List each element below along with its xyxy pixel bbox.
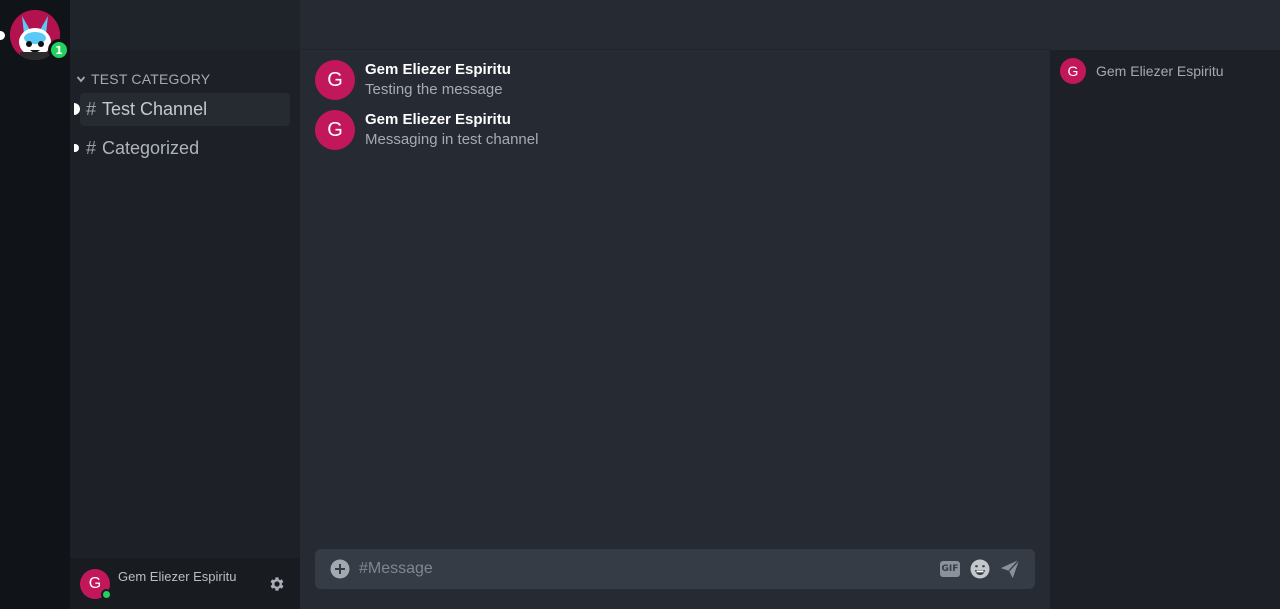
message-composer: GIF	[315, 549, 1035, 589]
message-avatar[interactable]: G	[315, 110, 355, 150]
channel-sidebar: TEST CATEGORY # Test Channel # Categoriz…	[70, 0, 300, 609]
message-text: Messaging in test channel	[365, 131, 539, 148]
message-avatar[interactable]: G	[315, 60, 355, 100]
unread-indicator	[74, 144, 79, 152]
user-panel: G Gem Eliezer Espiritu	[70, 558, 300, 609]
user-name: Gem Eliezer Espiritu	[118, 569, 237, 584]
channel-item-test-channel[interactable]: # Test Channel	[74, 93, 290, 126]
chat-app: 1 TEST CATEGORY # Test Channel # Categor…	[0, 0, 1280, 609]
member-list: G Gem Eliezer Espiritu	[1050, 0, 1280, 609]
member-list-header	[1050, 0, 1280, 50]
category-label: TEST CATEGORY	[91, 71, 211, 87]
channel-label: Test Channel	[102, 99, 208, 119]
channel-header	[300, 0, 1050, 50]
chevron-down-icon	[76, 76, 86, 83]
send-icon[interactable]	[999, 558, 1021, 580]
channel-label: Categorized	[102, 138, 200, 158]
message-author[interactable]: Gem Eliezer Espiritu	[365, 61, 511, 78]
category-header[interactable]: TEST CATEGORY	[76, 71, 210, 87]
unread-indicator	[74, 103, 80, 115]
hash-icon: #	[86, 138, 97, 158]
notification-badge: 1	[48, 39, 70, 61]
online-status-indicator	[101, 589, 112, 600]
plus-circle-icon[interactable]	[330, 559, 350, 579]
message-item: G Gem Eliezer Espiritu Testing the messa…	[315, 60, 1015, 104]
server-selected-indicator	[0, 31, 5, 40]
member-name: Gem Eliezer Espiritu	[1096, 63, 1224, 79]
message-text: Testing the message	[365, 81, 503, 98]
server-header[interactable]	[70, 0, 300, 50]
hash-icon: #	[86, 99, 97, 119]
message-author[interactable]: Gem Eliezer Espiritu	[365, 111, 511, 128]
chat-main: G Gem Eliezer Espiritu Testing the messa…	[300, 0, 1050, 609]
gear-icon[interactable]	[268, 575, 286, 593]
server-rail: 1	[0, 0, 70, 609]
member-item[interactable]: G Gem Eliezer Espiritu	[1060, 58, 1224, 84]
gif-icon[interactable]: GIF	[940, 561, 960, 577]
message-item: G Gem Eliezer Espiritu Messaging in test…	[315, 110, 1015, 154]
emoji-icon[interactable]	[970, 559, 990, 579]
server-button[interactable]: 1	[10, 10, 70, 61]
message-input[interactable]	[359, 555, 919, 583]
member-avatar: G	[1060, 58, 1086, 84]
channel-item-categorized[interactable]: # Categorized	[74, 132, 290, 165]
